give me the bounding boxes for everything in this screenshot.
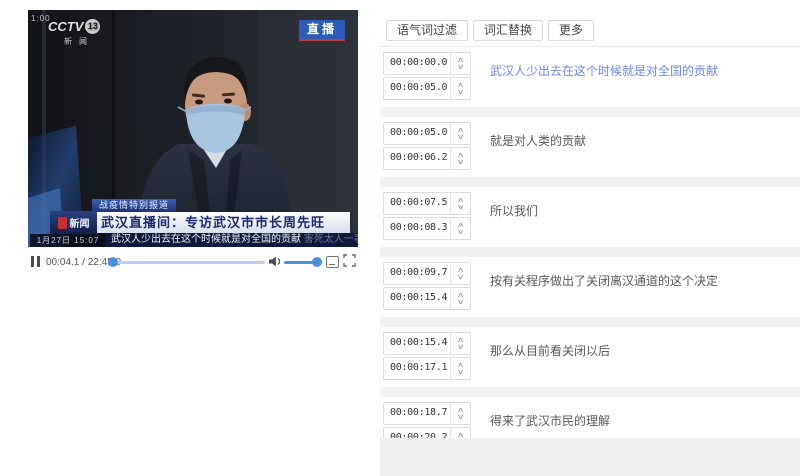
cctv-channel-number: 13 [85,19,101,34]
time-stepper: ∧ ∨ [450,288,470,309]
start-time-input[interactable]: 00:00:09.7 ∧ ∨ [383,262,471,285]
start-time-input[interactable]: 00:00:00.0 ∧ ∨ [383,52,471,75]
program-tab: 战疫情特别报道 [92,199,177,212]
start-time-input[interactable]: 00:00:15.4 ∧ ∨ [383,332,471,355]
time-stepper: ∧ ∨ [450,218,470,239]
stepper-down-icon[interactable]: ∨ [457,274,465,281]
start-time-input[interactable]: 00:00:05.0 ∧ ∨ [383,122,471,145]
stepper-up-icon[interactable]: ∧ [457,127,465,134]
transcript-panel: 语气词过滤 词汇替换 更多 00:00:00.0 ∧ ∨ 00:00:05.0 … [380,0,800,476]
cctv-logo-text: CCTV [48,19,84,34]
start-time-value: 00:00:07.5 [390,197,448,208]
end-time-value: 00:00:06.2 [390,152,448,163]
filler-word-filter-button[interactable]: 语气词过滤 [386,20,469,41]
time-stepper: ∧ ∨ [450,78,470,99]
stepper-up-icon[interactable]: ∧ [457,222,465,229]
end-time-input[interactable]: 00:00:17.1 ∧ ∨ [383,357,471,380]
start-time-value: 00:00:00.0 [390,57,448,68]
segment-text[interactable]: 武汉人少出去在这个时候就是对全国的贡献 [490,62,718,79]
end-time-input[interactable]: 00:00:06.2 ∧ ∨ [383,147,471,170]
stepper-up-icon[interactable]: ∧ [457,82,465,89]
stepper-down-icon[interactable]: ∨ [457,64,465,71]
stepper-up-icon[interactable]: ∧ [457,407,465,414]
time-stepper: ∧ ∨ [450,358,470,379]
more-button[interactable]: 更多 [548,20,595,41]
stepper-up-icon[interactable]: ∧ [457,267,465,274]
cctv13-logo: CCTV 13 新闻 [48,19,101,47]
news-ticker: 武汉人少出去在这个时候就是对全国的贡献 害死太人一事道歉。 [106,233,358,247]
stepper-up-icon[interactable]: ∧ [457,57,465,64]
segment-list: 00:00:00.0 ∧ ∨ 00:00:05.0 ∧ ∨ 武汉人少出去在这个时… [380,47,800,476]
end-time-input[interactable]: 00:00:15.4 ∧ ∨ [383,287,471,310]
station-logo-red-mark [57,216,67,229]
headline-banner: 武汉直播间：专访武汉市市长周先旺 [92,212,350,233]
date-time-overlay: 1月27日 15:07 [30,234,106,247]
stepper-down-icon[interactable]: ∨ [457,344,465,351]
list-end-background [380,438,800,476]
segment-text[interactable]: 就是对人类的贡献 [490,132,586,149]
segment-row: 00:00:15.4 ∧ ∨ 00:00:17.1 ∧ ∨ 那么从目前看关闭以后 [380,327,800,387]
segment-text[interactable]: 所以我们 [490,202,538,219]
time-stepper: ∧ ∨ [450,333,470,354]
time-stepper: ∧ ∨ [450,263,470,284]
word-replace-button[interactable]: 词汇替换 [473,20,544,41]
stepper-up-icon[interactable]: ∧ [457,197,465,204]
start-time-value: 00:00:15.4 [390,337,448,348]
live-badge: 直播 [299,20,345,41]
fullscreen-icon[interactable] [343,254,356,267]
segment-text[interactable]: 按有关程序做出了关闭离汉通道的这个决定 [490,272,718,289]
end-time-input[interactable]: 00:00:05.0 ∧ ∨ [383,77,471,100]
stepper-down-icon[interactable]: ∨ [457,134,465,141]
pause-button[interactable] [31,256,40,267]
seek-bar[interactable] [112,261,265,264]
transcript-toolbar: 语气词过滤 词汇替换 更多 [386,20,595,41]
time-stepper: ∧ ∨ [450,148,470,169]
end-time-value: 00:00:15.4 [390,292,448,303]
ticker-highlight-text: 武汉人少出去在这个时候就是对全国的贡献 [111,234,301,245]
start-time-input[interactable]: 00:00:07.5 ∧ ∨ [383,192,471,215]
stepper-down-icon[interactable]: ∨ [457,229,465,236]
time-stepper: ∧ ∨ [450,123,470,144]
segment-text[interactable]: 那么从目前看关闭以后 [490,342,610,359]
stepper-up-icon[interactable]: ∧ [457,152,465,159]
end-time-value: 00:00:05.0 [390,82,448,93]
segment-text[interactable]: 得来了武汉市民的理解 [490,412,610,429]
volume-icon[interactable] [268,255,282,268]
stepper-up-icon[interactable]: ∧ [457,362,465,369]
start-time-value: 00:00:09.7 [390,267,448,278]
stepper-down-icon[interactable]: ∨ [457,89,465,96]
start-time-value: 00:00:05.0 [390,127,448,138]
ticker-rest-text: 害死太人一事道歉。 [303,234,358,245]
seek-handle[interactable] [108,257,118,267]
station-logo-text: 新闻 [69,219,90,230]
time-stepper: ∧ ∨ [450,403,470,424]
start-time-input[interactable]: 00:00:18.7 ∧ ∨ [383,402,471,425]
volume-handle[interactable] [312,257,322,267]
stepper-up-icon[interactable]: ∧ [457,337,465,344]
end-time-value: 00:00:08.3 [390,222,448,233]
segment-row: 00:00:05.0 ∧ ∨ 00:00:06.2 ∧ ∨ 就是对人类的贡献 [380,117,800,177]
video-frame[interactable]: 1:00 CCTV 13 新闻 直播 战疫情特别报道 武汉直播间：专访武汉市市长… [28,10,358,247]
captions-icon[interactable] [326,256,339,268]
time-stepper: ∧ ∨ [450,193,470,214]
segment-row: 00:00:09.7 ∧ ∨ 00:00:15.4 ∧ ∨ 按有关程序做出了关闭… [380,257,800,317]
cctv-logo-subtitle: 新闻 [64,37,94,46]
stepper-down-icon[interactable]: ∨ [457,369,465,376]
player-controls: 00:04.1 / 22:45.0 [28,252,358,272]
time-stepper: ∧ ∨ [450,53,470,74]
end-time-input[interactable]: 00:00:08.3 ∧ ∨ [383,217,471,240]
stepper-up-icon[interactable]: ∧ [457,292,465,299]
stepper-down-icon[interactable]: ∨ [457,204,465,211]
end-time-value: 00:00:17.1 [390,362,448,373]
start-time-value: 00:00:18.7 [390,407,448,418]
stepper-down-icon[interactable]: ∨ [457,159,465,166]
stepper-down-icon[interactable]: ∨ [457,299,465,306]
stepper-down-icon[interactable]: ∨ [457,414,465,421]
segment-row: 00:00:00.0 ∧ ∨ 00:00:05.0 ∧ ∨ 武汉人少出去在这个时… [380,47,800,107]
station-logo: 新闻 [50,211,97,234]
segment-row: 00:00:07.5 ∧ ∨ 00:00:08.3 ∧ ∨ 所以我们 [380,187,800,247]
